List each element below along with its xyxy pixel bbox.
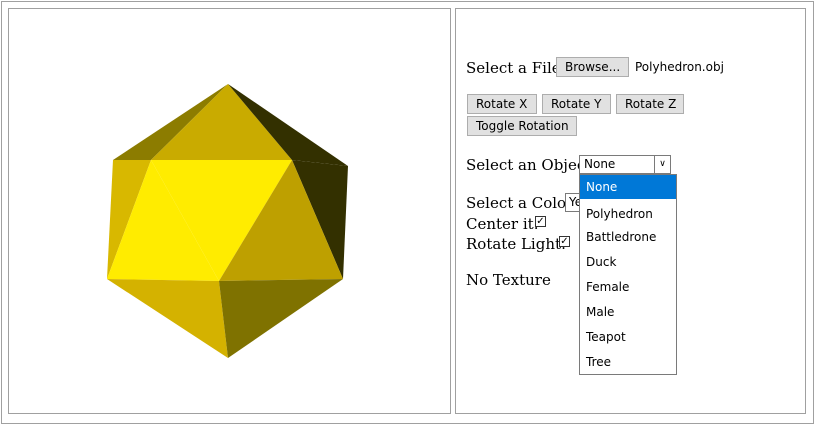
select-object-label: Select an Object: — [466, 156, 597, 174]
texture-status: No Texture — [466, 271, 551, 289]
rotate-light-label: Rotate Light: — [466, 235, 567, 253]
object-select[interactable]: None ∨ — [579, 155, 671, 174]
checkmark-icon: ✓ — [560, 236, 569, 247]
rotate-z-button[interactable]: Rotate Z — [616, 94, 684, 114]
object-select-value: None — [584, 157, 616, 171]
dropdown-option-male[interactable]: Male — [580, 300, 676, 324]
render-canvas-panel[interactable] — [8, 8, 451, 414]
model-face — [107, 279, 228, 358]
dropdown-option-tree[interactable]: Tree — [580, 350, 676, 374]
dropdown-option-female[interactable]: Female — [580, 275, 676, 299]
browse-button[interactable]: Browse... — [556, 57, 629, 77]
dropdown-option-duck[interactable]: Duck — [580, 250, 676, 274]
select-file-label: Select a File: — [466, 59, 566, 77]
dropdown-option-battledrone[interactable]: Battledrone — [580, 225, 676, 249]
rotate-y-button[interactable]: Rotate Y — [542, 94, 611, 114]
model-face — [219, 279, 343, 358]
center-it-checkbox[interactable]: ✓ — [535, 216, 546, 227]
object-dropdown-list[interactable]: None Polyhedron Battledrone Duck Female … — [579, 174, 677, 375]
dropdown-option-polyhedron[interactable]: Polyhedron — [580, 202, 676, 226]
chevron-down-icon[interactable]: ∨ — [654, 156, 670, 173]
toggle-rotation-button[interactable]: Toggle Rotation — [467, 116, 577, 136]
render-canvas[interactable] — [9, 9, 450, 413]
rotate-x-button[interactable]: Rotate X — [467, 94, 537, 114]
rotate-light-checkbox[interactable]: ✓ — [559, 236, 570, 247]
selected-filename: Polyhedron.obj — [635, 60, 724, 74]
dropdown-option-teapot[interactable]: Teapot — [580, 325, 676, 349]
center-it-label: Center it: — [466, 215, 539, 233]
select-color-label: Select a Color: — [466, 194, 579, 212]
checkmark-icon: ✓ — [536, 216, 545, 227]
dropdown-option-none[interactable]: None — [580, 175, 676, 199]
